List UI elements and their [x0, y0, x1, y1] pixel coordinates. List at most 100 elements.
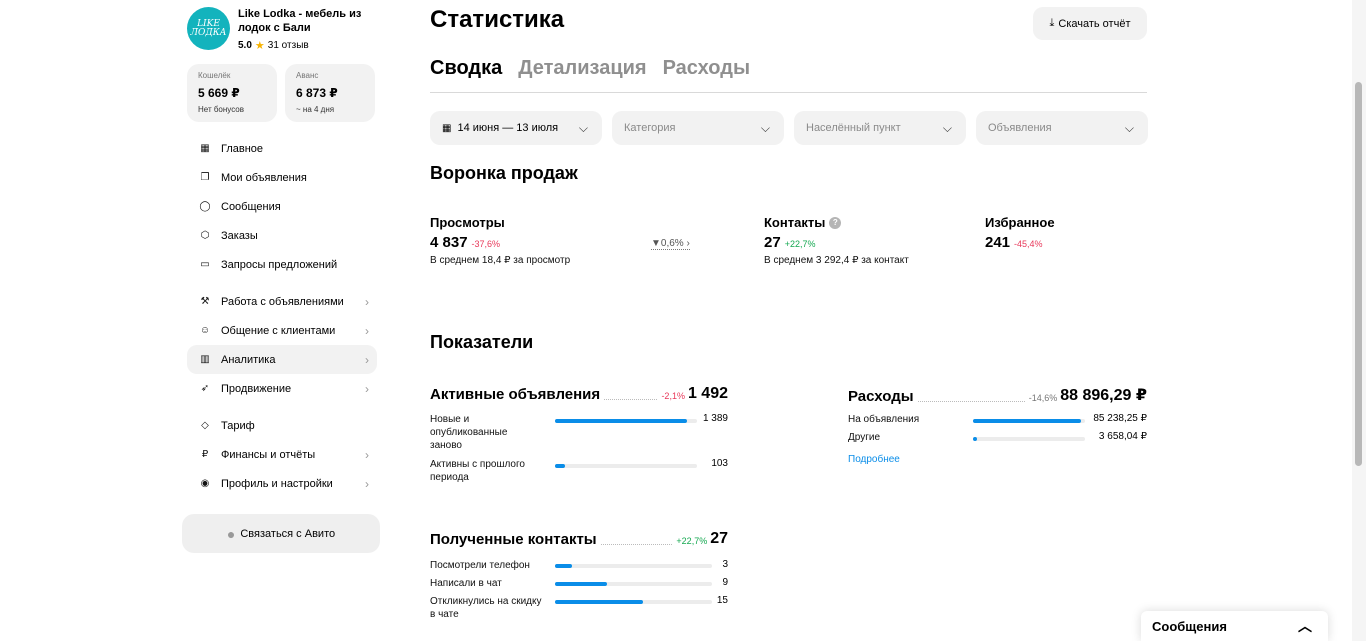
sidebar-item-my-ads[interactable]: ❐ Мои объявления: [187, 163, 377, 192]
views-sub: В среднем 18,4 ₽ за просмотр: [430, 255, 571, 266]
sidebar-item-label: Работа с объявлениями: [221, 295, 344, 308]
views-delta: -37,6%: [471, 239, 501, 249]
sidebar-item-label: Тариф: [221, 419, 255, 432]
advance-amount: 6 873 ₽: [296, 86, 338, 100]
shop-rating[interactable]: 5.0 ★ 31 отзыв: [238, 39, 368, 52]
expenses-header: Расходы -14,6% 88 896,29 ₽: [848, 385, 1147, 405]
contact-avito-button[interactable]: ● Связаться с Авито: [182, 514, 380, 553]
bar-track: [555, 582, 712, 586]
sidebar-item-label: Финансы и отчёты: [221, 448, 316, 461]
bar-label: Посмотрели телефон: [430, 560, 530, 571]
sidebar-item-promotion[interactable]: ➶ Продвижение ›: [187, 374, 377, 403]
advance-card[interactable]: Аванс 6 873 ₽ ~ на 4 дня: [285, 64, 375, 122]
bar-label: Другие: [848, 432, 881, 443]
sidebar-item-analytics[interactable]: ▥ Аналитика ›: [187, 345, 377, 374]
sidebar-item-label: Общение с клиентами: [221, 324, 336, 337]
bar-fill: [555, 582, 607, 586]
sidebar-item-orders[interactable]: ⬡ Заказы: [187, 221, 377, 250]
scrollbar-thumb[interactable]: [1355, 82, 1362, 466]
bar-value: 103: [711, 458, 728, 469]
bar-track: [555, 564, 712, 568]
funnel-views: Просмотры 4 837 -37,6% В среднем 18,4 ₽ з…: [430, 215, 570, 266]
bar-value: 3: [722, 559, 728, 570]
reviews-count: 31 отзыв: [267, 40, 309, 51]
category-select[interactable]: Категория ⌵: [612, 111, 784, 145]
ads-select[interactable]: Объявления ⌵: [976, 111, 1148, 145]
sidebar-item-ads-work[interactable]: ⚒ Работа с объявлениями ›: [187, 287, 377, 316]
sidebar-item-finance[interactable]: ₽ Финансы и отчёты ›: [187, 440, 377, 469]
category-placeholder: Категория: [624, 122, 676, 134]
wallet-card[interactable]: Кошелёк 5 669 ₽ Нет бонусов: [187, 64, 277, 122]
chevron-down-icon: ⌵: [760, 120, 770, 135]
chevron-right-icon: ›: [365, 323, 369, 338]
active-ads-total: 1 492: [687, 385, 728, 402]
copy-icon: ❐: [200, 172, 210, 183]
sidebar-nav: ▦ Главное ❐ Мои объявления ◯ Сообщения ⬡…: [187, 134, 377, 498]
chevron-right-icon: ›: [365, 352, 369, 367]
funnel-favorites: Избранное 241 -45,4%: [985, 215, 1055, 251]
sidebar-item-requests[interactable]: ▭ Запросы предложений: [187, 250, 377, 279]
shop-logo: LIKE ЛОДКА: [187, 7, 230, 50]
contacts-label: Контакты: [764, 215, 826, 230]
wallet-label: Кошелёк: [198, 71, 231, 80]
help-icon[interactable]: ?: [829, 216, 842, 229]
shop-profile[interactable]: LIKE ЛОДКА Like Lodka - мебель из лодок …: [187, 7, 368, 52]
messages-panel[interactable]: Сообщения ︿: [1141, 611, 1328, 641]
bar-track: [555, 600, 712, 604]
wallet-sub: Нет бонусов: [198, 105, 244, 114]
bar-fill: [555, 564, 573, 568]
shop-name[interactable]: Like Lodka - мебель из лодок с Бали: [238, 7, 368, 35]
active-ads-name: Активные объявления: [430, 386, 601, 403]
views-value: 4 837: [430, 234, 468, 251]
sidebar-item-clients[interactable]: ☺ Общение с клиентами ›: [187, 316, 377, 345]
sidebar-item-label: Заказы: [221, 229, 258, 242]
sidebar-item-label: Главное: [221, 142, 264, 155]
bar-value: 9: [722, 577, 728, 588]
favorites-delta: -45,4%: [1014, 239, 1043, 249]
sidebar: LIKE ЛОДКА Like Lodka - мебель из лодок …: [182, 0, 382, 641]
location-select[interactable]: Населённый пункт ⌵: [794, 111, 966, 145]
sidebar-item-tariff[interactable]: ◇ Тариф: [187, 411, 377, 440]
sidebar-item-label: Аналитика: [221, 353, 276, 366]
chevron-right-icon: ›: [365, 294, 369, 309]
download-report-button[interactable]: ⤓ Скачать отчёт: [1033, 7, 1147, 40]
date-range-select[interactable]: ▦ 14 июня — 13 июля ⌵: [430, 111, 602, 145]
tab-details[interactable]: Детализация: [518, 57, 646, 80]
chevron-right-icon: ›: [365, 447, 369, 462]
chevron-right-icon: ›: [686, 238, 690, 249]
bar-fill: [973, 437, 978, 441]
sidebar-item-label: Продвижение: [221, 382, 292, 395]
box-icon: ⬡: [200, 230, 210, 241]
sidebar-item-main[interactable]: ▦ Главное: [187, 134, 377, 163]
grid-icon: ▦: [200, 143, 210, 154]
contacts-received-delta: +22,7%: [676, 536, 708, 546]
favorites-label: Избранное: [985, 215, 1055, 230]
tab-summary[interactable]: Сводка: [430, 57, 502, 80]
rocket-icon: ➶: [200, 383, 210, 394]
contacts-value: 27: [764, 234, 781, 251]
bar-value: 15: [716, 595, 728, 606]
bar-label: На объявления: [848, 414, 920, 425]
conversion-link[interactable]: ▼0,6% ›: [651, 238, 690, 250]
page-title: Статистика: [430, 6, 565, 33]
chevron-down-icon: ⌵: [1124, 120, 1134, 135]
active-ads-delta: -2,1%: [661, 391, 685, 401]
sidebar-item-messages[interactable]: ◯ Сообщения: [187, 192, 377, 221]
tab-expenses[interactable]: Расходы: [663, 57, 750, 80]
calendar-icon: ▦: [442, 122, 452, 134]
location-placeholder: Населённый пункт: [806, 122, 901, 134]
ads-placeholder: Объявления: [988, 122, 1052, 134]
date-range-value: 14 июня — 13 июля: [457, 122, 559, 134]
scrollbar[interactable]: [1352, 0, 1366, 641]
contacts-sub: В среднем 3 292,4 ₽ за контакт: [764, 255, 909, 266]
bar-track: [973, 419, 1085, 423]
funnel-contacts: Контакты ? 27 +22,7% В среднем 3 292,4 ₽ …: [764, 215, 909, 266]
chevron-up-icon[interactable]: ︿: [1298, 616, 1312, 636]
expenses-total: 88 896,29 ₽: [1060, 387, 1147, 404]
bar-fill: [973, 419, 1081, 423]
sidebar-item-profile[interactable]: ◉ Профиль и настройки ›: [187, 469, 377, 498]
more-link[interactable]: Подробнее: [848, 454, 900, 465]
chevron-right-icon: ›: [365, 476, 369, 491]
bar-label: Написали в чат: [430, 578, 502, 589]
expenses-name: Расходы: [848, 388, 914, 405]
